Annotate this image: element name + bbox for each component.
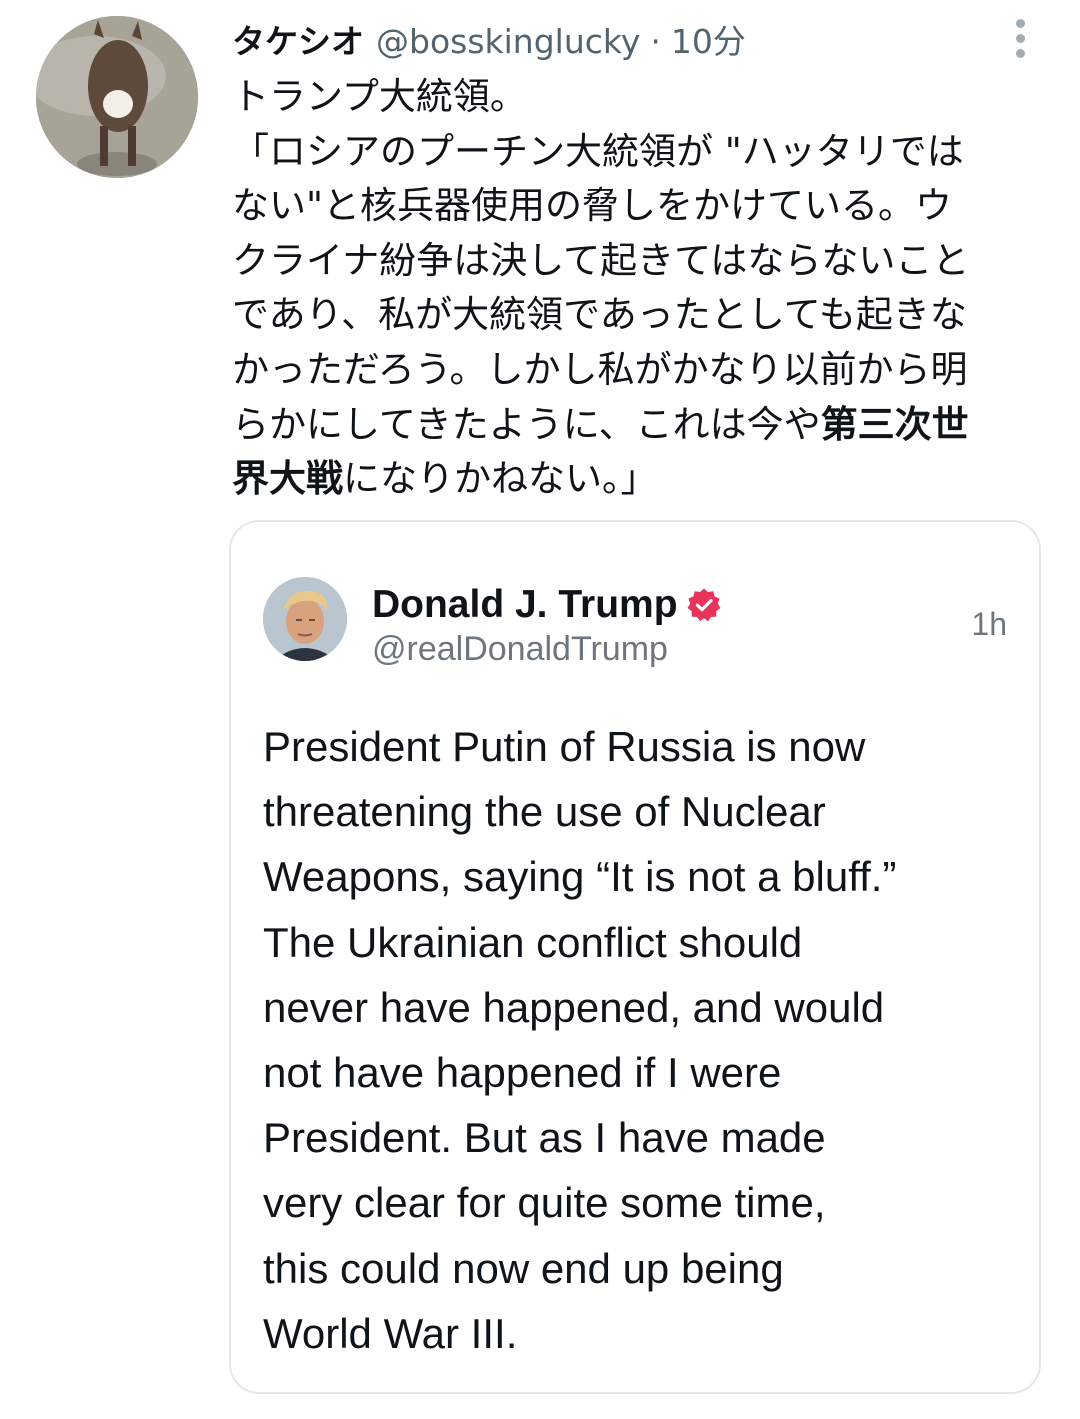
quoted-name-row: Donald J. Trump — [372, 580, 722, 630]
display-name[interactable]: タケシオ — [232, 18, 364, 66]
tweet-text-line: であり、私が大統領であったとしても起きな — [232, 293, 967, 337]
more-dot — [1015, 48, 1025, 58]
more-dot — [1015, 18, 1025, 28]
tweet-text-line: かっただろう。しかし私がかなり以前から明 — [232, 347, 968, 391]
tweet[interactable]: タケシオ @bosskinglucky · 10分 トランプ大統領。 「ロシアの… — [0, 0, 1080, 1419]
quoted-avatar-photo — [263, 577, 347, 661]
quoted-user-handle[interactable]: @realDonaldTrump — [372, 630, 668, 669]
tweet-header: タケシオ @bosskinglucky · 10分 — [232, 18, 1010, 66]
tweet-text-bold: 界大戦 — [232, 457, 343, 501]
tweet-text-segment: らかにしてきたように、これは今や — [232, 402, 821, 446]
quoted-text-line: not have happened if I were — [263, 1049, 782, 1097]
quoted-display-name[interactable]: Donald J. Trump — [372, 583, 678, 627]
verified-badge-icon — [686, 587, 722, 623]
tweet-text-bold: 第三次世 — [820, 402, 969, 446]
tweet-text-line: クライナ紛争は決して起きてはならないこと — [232, 238, 970, 282]
tweet-text-line: ない"と核兵器使用の脅しをかけている。ウ — [232, 184, 953, 228]
more-vertical-icon[interactable] — [1000, 16, 1040, 60]
quoted-text-line: Weapons, saying “It is not a bluff.” — [263, 853, 897, 901]
more-dot — [1015, 33, 1025, 43]
quoted-text-line: threatening the use of Nuclear — [263, 788, 826, 836]
user-avatar[interactable] — [36, 16, 198, 178]
quoted-text-line: The Ukrainian conflict should — [263, 918, 803, 966]
tweet-text: トランプ大統領。 「ロシアのプーチン大統領が "ハッタリでは ない"と核兵器使用… — [232, 70, 1032, 507]
quoted-text-line: President. But as I have made — [263, 1114, 826, 1162]
quoted-text-line: President Putin of Russia is now — [263, 723, 866, 770]
quoted-text-line: never have happened, and would — [263, 983, 885, 1031]
tweet-text-line: らかにしてきたように、これは今や第三次世 — [232, 398, 1032, 453]
header-separator: · — [650, 22, 661, 61]
user-handle[interactable]: @bosskinglucky — [376, 18, 640, 66]
tweet-timestamp[interactable]: 10分 — [671, 18, 746, 66]
tweet-text-segment: になりかねない。」 — [343, 457, 658, 501]
tweet-text-line: 「ロシアのプーチン大統領が "ハッタリでは — [232, 129, 964, 173]
quoted-text-line: very clear for quite some time, — [263, 1179, 826, 1227]
quoted-text-line: this could now end up being — [263, 1244, 784, 1292]
quoted-post-text: President Putin of Russia is now threate… — [263, 714, 1023, 1366]
quoted-timestamp[interactable]: 1h — [971, 606, 1007, 643]
quoted-text-line: World War III. — [263, 1309, 518, 1357]
quoted-user-avatar[interactable] — [263, 577, 347, 661]
tweet-text-line: トランプ大統領。 — [232, 75, 527, 118]
tweet-text-line: 界大戦になりかねない。」 — [232, 452, 1032, 507]
quoted-post-card[interactable]: Donald J. Trump @realDonaldTrump 1h Pres… — [229, 520, 1041, 1394]
avatar-photo — [36, 16, 198, 178]
